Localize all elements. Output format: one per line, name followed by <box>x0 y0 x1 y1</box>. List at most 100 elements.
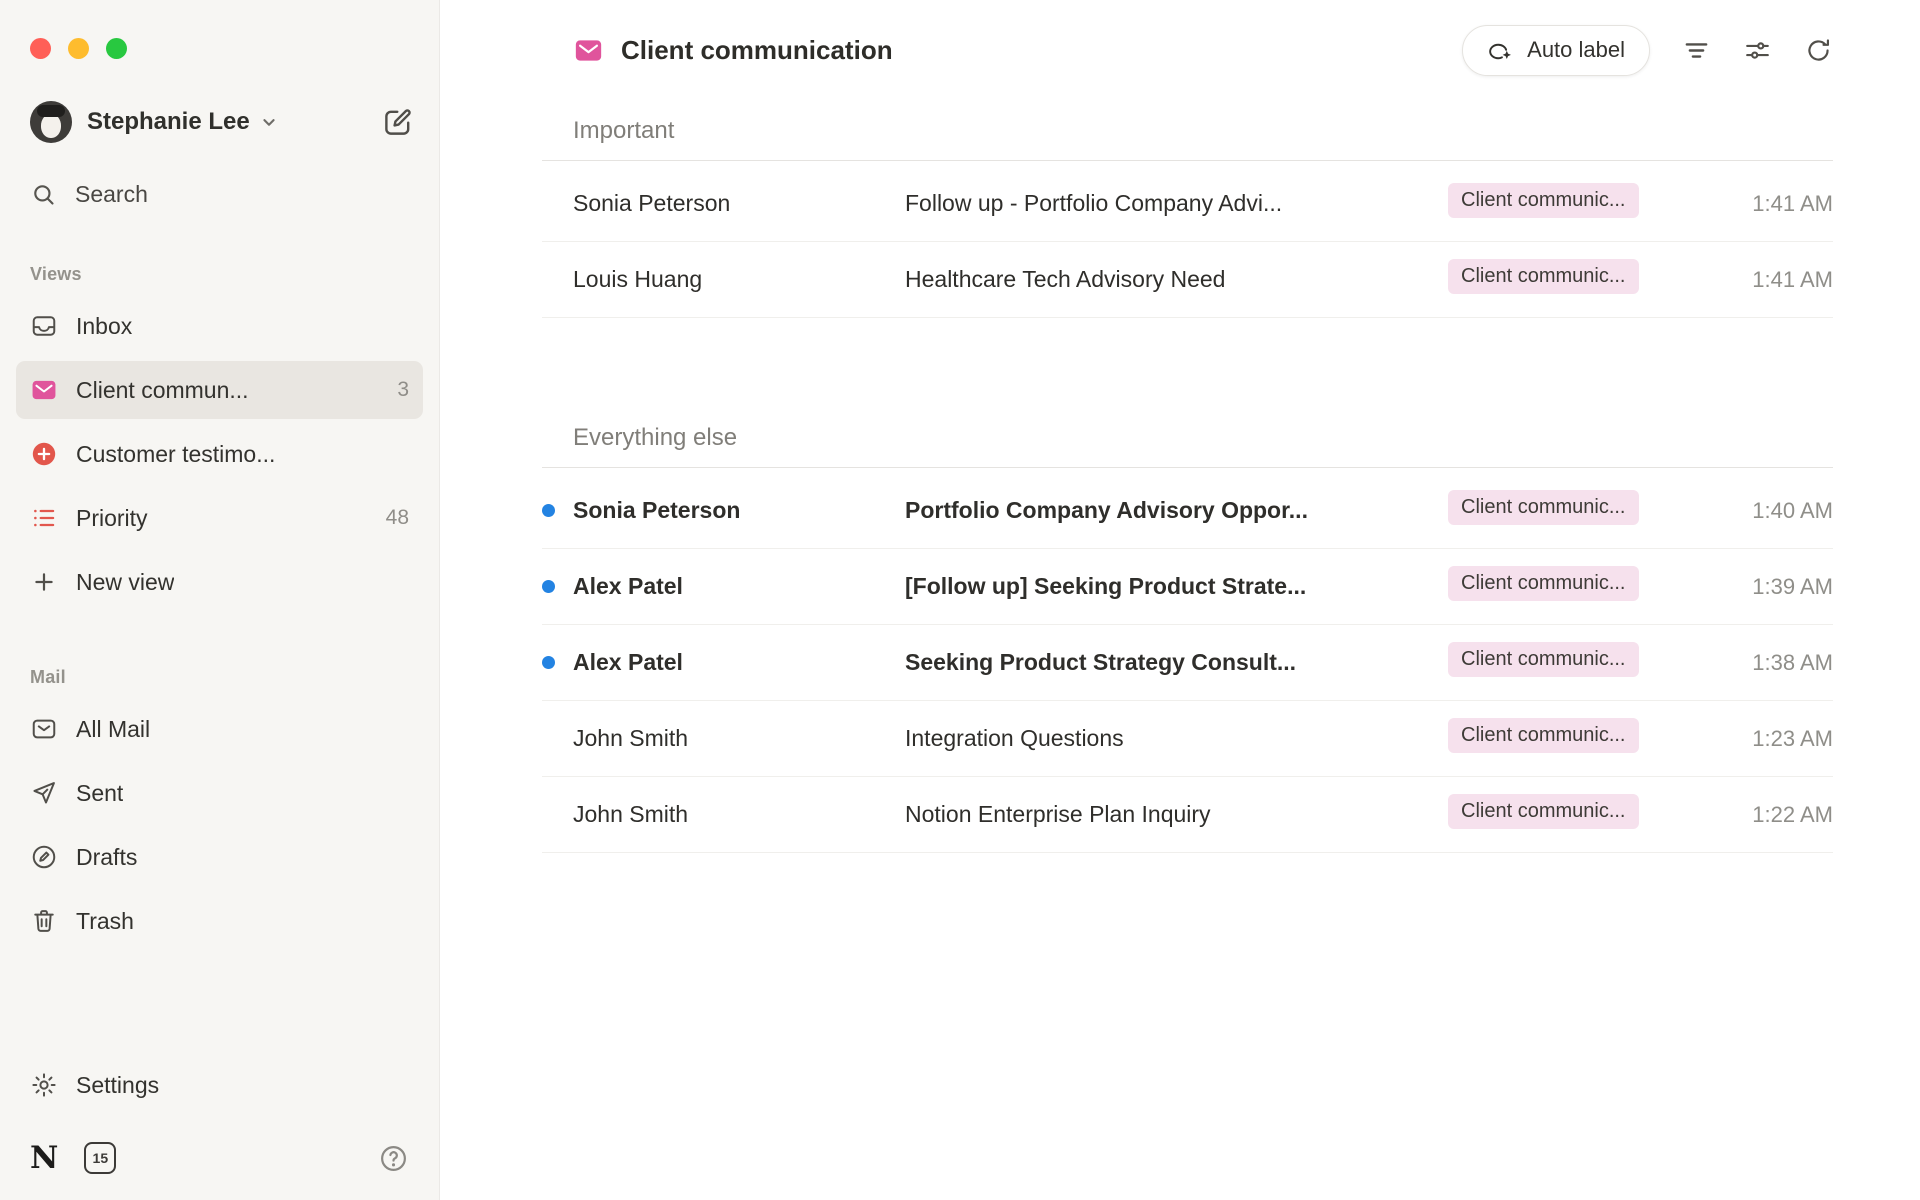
unread-dot-icon <box>542 580 555 593</box>
close-window-button[interactable] <box>30 38 51 59</box>
drafts-icon <box>30 843 58 871</box>
email-label-badge[interactable]: Client communic... <box>1448 718 1639 753</box>
settings-label: Settings <box>76 1072 159 1099</box>
email-time: 1:39 AM <box>1698 574 1833 600</box>
sidebar-item-all-mail[interactable]: All Mail <box>16 700 423 758</box>
filter-icon[interactable] <box>1682 36 1711 65</box>
sidebar-item-client-communication[interactable]: Client commun... 3 <box>16 361 423 419</box>
send-icon <box>30 779 58 807</box>
mail-list-pane: Client communication Auto label <box>440 0 1920 1200</box>
email-row[interactable]: John Smith Notion Enterprise Plan Inquir… <box>542 777 1833 853</box>
gear-icon <box>30 1071 58 1099</box>
section-items: Inbox Client commun... 3 Customer testim… <box>16 297 423 611</box>
sidebar: Stephanie Lee Search Views Inbox Client … <box>0 0 440 1200</box>
email-row[interactable]: Louis Huang Healthcare Tech Advisory Nee… <box>542 242 1833 318</box>
group-title: Everything else <box>542 423 1833 453</box>
sidebar-item-inbox[interactable]: Inbox <box>16 297 423 355</box>
email-time: 1:22 AM <box>1698 802 1833 828</box>
section-label: Mail <box>30 667 409 688</box>
window-controls <box>16 0 423 59</box>
refresh-icon[interactable] <box>1804 36 1833 65</box>
sidebar-spacer <box>16 950 423 1050</box>
email-subject: Seeking Product Strategy Consult... <box>905 649 1448 676</box>
search-button[interactable]: Search <box>30 181 409 208</box>
email-label-badge[interactable]: Client communic... <box>1448 794 1639 829</box>
email-subject: Healthcare Tech Advisory Need <box>905 266 1448 293</box>
sidebar-item-settings[interactable]: Settings <box>16 1056 423 1114</box>
priority-list-icon <box>30 504 58 532</box>
email-groups: Important Sonia Peterson Follow up - Por… <box>542 80 1833 853</box>
sidebar-item-drafts[interactable]: Drafts <box>16 828 423 886</box>
sidebar-item-priority[interactable]: Priority 48 <box>16 489 423 547</box>
group-rows: Sonia Peterson Portfolio Company Advisor… <box>542 468 1833 853</box>
email-label-badge[interactable]: Client communic... <box>1448 183 1639 218</box>
email-label-badge[interactable]: Client communic... <box>1448 490 1639 525</box>
search-icon <box>30 181 57 208</box>
sidebar-item-label: Sent <box>76 780 123 807</box>
sidebar-sections: Views Inbox Client commun... 3 Customer … <box>16 208 423 950</box>
search-label: Search <box>75 181 148 208</box>
unread-dot-icon <box>542 656 555 669</box>
unread-dot-icon <box>542 197 555 210</box>
unread-dot-icon <box>542 504 555 517</box>
sidebar-item-label: New view <box>76 569 174 596</box>
sidebar-item-trash[interactable]: Trash <box>16 892 423 950</box>
badge-plus-icon <box>30 440 58 468</box>
email-sender: Sonia Peterson <box>573 497 905 524</box>
chevron-down-icon[interactable] <box>258 111 280 133</box>
sidebar-item-label: Inbox <box>76 313 132 340</box>
inbox-icon <box>30 312 58 340</box>
email-row[interactable]: Alex Patel Seeking Product Strategy Cons… <box>542 625 1833 701</box>
sidebar-item-sent[interactable]: Sent <box>16 764 423 822</box>
sidebar-item-new-view[interactable]: New view <box>16 553 423 611</box>
email-sender: John Smith <box>573 725 905 752</box>
email-row[interactable]: Alex Patel [Follow up] Seeking Product S… <box>542 549 1833 625</box>
email-label-badge[interactable]: Client communic... <box>1448 566 1639 601</box>
email-subject: [Follow up] Seeking Product Strate... <box>905 573 1448 600</box>
email-label-badge[interactable]: Client communic... <box>1448 642 1639 677</box>
sidebar-item-customer-testimonials[interactable]: Customer testimo... <box>16 425 423 483</box>
email-label-badge[interactable]: Client communic... <box>1448 259 1639 294</box>
unread-dot-icon <box>542 808 555 821</box>
sidebar-item-count: 3 <box>397 378 409 402</box>
unread-dot-icon <box>542 273 555 286</box>
sidebar-item-label: Client commun... <box>76 377 249 404</box>
calendar-icon[interactable]: 15 <box>84 1142 116 1174</box>
email-time: 1:41 AM <box>1698 191 1833 217</box>
minimize-window-button[interactable] <box>68 38 89 59</box>
label-title: Client communication <box>542 35 893 66</box>
email-subject: Notion Enterprise Plan Inquiry <box>905 801 1448 828</box>
help-button[interactable] <box>378 1143 409 1174</box>
email-row[interactable]: Sonia Peterson Portfolio Company Advisor… <box>542 473 1833 549</box>
zoom-window-button[interactable] <box>106 38 127 59</box>
email-group: Everything else Sonia Peterson Portfolio… <box>542 423 1833 853</box>
email-time: 1:41 AM <box>1698 267 1833 293</box>
mail-pink-icon <box>30 376 58 404</box>
email-row[interactable]: Sonia Peterson Follow up - Portfolio Com… <box>542 166 1833 242</box>
page-title: Client communication <box>621 35 893 66</box>
auto-label-icon <box>1487 37 1514 64</box>
section-items: All Mail Sent Drafts Trash <box>16 700 423 950</box>
email-subject: Follow up - Portfolio Company Advi... <box>905 190 1448 217</box>
sidebar-footer: N 15 <box>20 1142 419 1174</box>
auto-label-button[interactable]: Auto label <box>1462 25 1650 76</box>
email-sender: Sonia Peterson <box>573 190 905 217</box>
group-rows: Sonia Peterson Follow up - Portfolio Com… <box>542 161 1833 318</box>
avatar[interactable] <box>30 101 72 143</box>
header-actions: Auto label <box>1462 25 1833 76</box>
account-name[interactable]: Stephanie Lee <box>87 108 250 136</box>
email-row[interactable]: John Smith Integration Questions Client … <box>542 701 1833 777</box>
email-sender: Alex Patel <box>573 649 905 676</box>
sidebar-item-label: Priority <box>76 505 148 532</box>
email-sender: Alex Patel <box>573 573 905 600</box>
compose-button[interactable] <box>381 105 415 139</box>
email-group: Important Sonia Peterson Follow up - Por… <box>542 116 1833 318</box>
plus-icon <box>30 568 58 596</box>
auto-label-text: Auto label <box>1527 37 1625 63</box>
unread-dot-icon <box>542 732 555 745</box>
display-settings-icon[interactable] <box>1743 36 1772 65</box>
email-subject: Integration Questions <box>905 725 1448 752</box>
email-time: 1:40 AM <box>1698 498 1833 524</box>
section-label: Views <box>30 264 409 285</box>
notion-logo[interactable]: N <box>30 1143 58 1174</box>
